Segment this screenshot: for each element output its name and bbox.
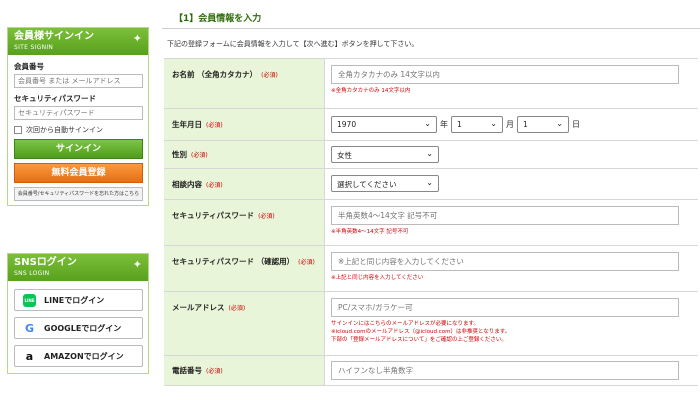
signin-button[interactable]: サインイン bbox=[14, 139, 143, 159]
gender-select[interactable]: 女性 ⌄ bbox=[331, 146, 439, 163]
form-row-consult: 相談内容 (必須) 選択してください ⌄ bbox=[164, 169, 698, 200]
line-login-button[interactable]: LINE LINEでログイン bbox=[14, 289, 143, 311]
security-password-input[interactable] bbox=[14, 106, 143, 120]
required-badge: (必須) bbox=[206, 122, 223, 129]
password-note: ※半角英数4～14文字 記号不可 bbox=[331, 229, 409, 235]
signin-subtitle: SITE SIGNIN bbox=[14, 44, 54, 51]
chevron-down-icon: ⌄ bbox=[426, 149, 433, 158]
line-login-label: LINEでログイン bbox=[44, 295, 105, 305]
chevron-down-icon: ⌄ bbox=[424, 119, 431, 128]
phone-input[interactable] bbox=[331, 361, 679, 380]
row-label: メールアドレス (必須) bbox=[164, 292, 325, 355]
birth-year-value: 1970 bbox=[337, 120, 357, 129]
email-input[interactable] bbox=[331, 298, 679, 317]
row-label: 相談内容 (必須) bbox=[164, 169, 325, 199]
signin-title: 会員様サインイン bbox=[14, 31, 94, 42]
chevron-down-icon: ⌄ bbox=[490, 119, 497, 128]
consult-label: 相談内容 bbox=[172, 180, 202, 189]
email-note: サインインにはこちらのメールアドレスが必要になります。 ※icloud.comの… bbox=[331, 320, 692, 344]
section-divider bbox=[162, 28, 700, 29]
day-unit: 日 bbox=[572, 120, 580, 129]
line-icon: LINE bbox=[23, 293, 36, 307]
row-label: セキュリティパスワード （確認用） (必須) bbox=[164, 246, 325, 291]
sns-header: SNSログイン SNS LOGIN ✦ bbox=[8, 254, 148, 281]
email-label: メールアドレス bbox=[172, 303, 225, 312]
registration-form: お名前 （全角カタカナ）(必須) ※全角カタカナのみ 14文字以内 生年月日(必… bbox=[164, 58, 698, 386]
form-row-password: セキュリティパスワード(必須) ※半角英数4～14文字 記号不可 bbox=[164, 200, 698, 246]
chevron-down-icon: ⌄ bbox=[426, 178, 433, 187]
required-badge: (必須) bbox=[206, 182, 223, 189]
consult-select[interactable]: 選択してください ⌄ bbox=[331, 175, 439, 192]
required-badge: (必須) bbox=[191, 152, 208, 159]
sns-login-panel: SNSログイン SNS LOGIN ✦ LINE LINEでログイン G GOO… bbox=[7, 253, 149, 374]
form-intro: 下記の登録フォームに会員情報を入力して【次へ進む】ボタンを押して下さい。 bbox=[167, 40, 419, 48]
sns-title: SNSログイン bbox=[14, 257, 77, 268]
row-label: 生年月日 (必須) bbox=[164, 109, 325, 140]
birth-year-select[interactable]: 1970 ⌄ bbox=[331, 116, 437, 133]
sparkle-icon: ✦ bbox=[132, 32, 142, 45]
birth-month-select[interactable]: 1 ⌄ bbox=[451, 116, 503, 133]
email-note-line3: 下部の「登録メールアドレスについて」をご確認の上ご登録ください。 bbox=[331, 337, 507, 343]
security-password-label: セキュリティパスワード bbox=[14, 94, 97, 103]
section-title: 【1】会員情報を入力 bbox=[174, 14, 262, 24]
password-confirm-input[interactable] bbox=[331, 252, 679, 271]
form-row-password-confirm: セキュリティパスワード （確認用） (必須) ※上記と同じ内容を入力してください bbox=[164, 246, 698, 292]
signin-header: 会員様サインイン SITE SIGNIN ✦ bbox=[8, 28, 148, 55]
email-note-line1: サインインにはこちらのメールアドレスが必要になります。 bbox=[331, 321, 479, 327]
row-label: 性別 (必須) bbox=[164, 141, 325, 168]
signin-panel: 会員様サインイン SITE SIGNIN ✦ 会員番号 セキュリティパスワード … bbox=[7, 27, 149, 206]
row-label: お名前 （全角カタカナ） (必須) bbox=[164, 59, 325, 108]
gender-value: 女性 bbox=[337, 151, 352, 160]
free-register-button[interactable]: 無料会員登録 bbox=[14, 163, 143, 183]
required-badge: (必須) bbox=[206, 368, 223, 375]
auto-signin-row[interactable]: 次回から自動サインイン bbox=[14, 125, 142, 135]
email-note-line2: ※icloud.comのメールアドレス（@icloud.com）は非推奨となりま… bbox=[331, 329, 511, 335]
name-input[interactable] bbox=[331, 65, 679, 84]
password-label: セキュリティパスワード bbox=[172, 211, 255, 220]
amazon-icon: a bbox=[25, 349, 34, 363]
birth-day-select[interactable]: 1 ⌄ bbox=[517, 116, 569, 133]
birth-month-value: 1 bbox=[457, 120, 462, 129]
required-badge: (必須) bbox=[258, 213, 275, 220]
sns-subtitle: SNS LOGIN bbox=[14, 270, 50, 277]
gender-label: 性別 bbox=[172, 150, 187, 159]
phone-label: 電話番号 bbox=[172, 366, 202, 375]
name-note: ※全角カタカナのみ 14文字以内 bbox=[331, 88, 411, 94]
name-label: お名前 （全角カタカナ） bbox=[172, 70, 258, 79]
member-number-label: 会員番号 bbox=[14, 62, 44, 71]
birth-day-value: 1 bbox=[523, 120, 528, 129]
password-confirm-note: ※上記と同じ内容を入力してください bbox=[331, 275, 424, 281]
password-confirm-label: セキュリティパスワード （確認用） bbox=[172, 257, 295, 266]
amazon-login-label: AMAZONでログイン bbox=[44, 351, 124, 361]
password-input[interactable] bbox=[331, 206, 679, 225]
row-label: 電話番号 (必須) bbox=[164, 356, 325, 385]
forgot-credentials-link[interactable]: 会員番号/セキュリティパスワードを忘れた方はこちら bbox=[14, 187, 143, 201]
sparkle-icon: ✦ bbox=[132, 258, 142, 271]
form-row-name: お名前 （全角カタカナ）(必須) ※全角カタカナのみ 14文字以内 bbox=[164, 59, 698, 109]
required-badge: (必須) bbox=[228, 305, 246, 312]
required-badge: (必須) bbox=[298, 259, 315, 266]
consult-value: 選択してください bbox=[337, 180, 397, 189]
auto-signin-checkbox[interactable] bbox=[14, 126, 22, 134]
birth-label: 生年月日 bbox=[172, 120, 202, 129]
google-login-label: GOOGLEでログイン bbox=[44, 323, 122, 333]
google-login-button[interactable]: G GOOGLEでログイン bbox=[14, 317, 143, 339]
form-row-phone: 電話番号 (必須) bbox=[164, 356, 698, 386]
google-icon: G bbox=[24, 321, 35, 335]
month-unit: 月 bbox=[506, 120, 514, 129]
form-row-email: メールアドレス(必須) サインインにはこちらのメールアドレスが必要になります。 … bbox=[164, 292, 698, 356]
auto-signin-label: 次回から自動サインイン bbox=[26, 126, 103, 134]
year-unit: 年 bbox=[440, 120, 448, 129]
required-badge: (必須) bbox=[261, 72, 278, 79]
row-label: セキュリティパスワード (必須) bbox=[164, 200, 325, 245]
amazon-login-button[interactable]: a AMAZONでログイン bbox=[14, 345, 143, 367]
form-row-birth: 生年月日 (必須) 1970 ⌄ 年 1 ⌄ 月 1 ⌄ 日 bbox=[164, 109, 698, 141]
chevron-down-icon: ⌄ bbox=[556, 119, 563, 128]
form-row-gender: 性別 (必須) 女性 ⌄ bbox=[164, 141, 698, 169]
member-number-input[interactable] bbox=[14, 74, 143, 88]
